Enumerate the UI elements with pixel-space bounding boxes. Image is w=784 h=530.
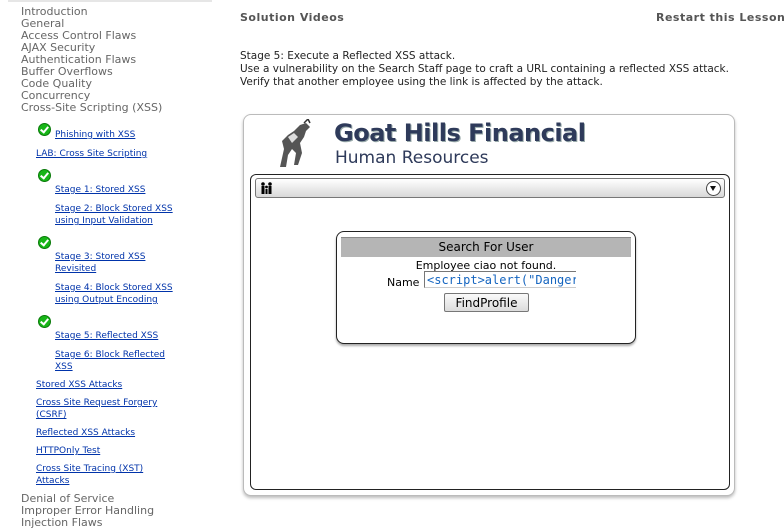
lesson-stage4-line2[interactable]: using Output Encoding: [55, 295, 158, 306]
lesson-httponly-test[interactable]: HTTPOnly Test: [36, 446, 100, 457]
lesson-lab-xss[interactable]: LAB: Cross Site Scripting: [36, 149, 147, 160]
search-user-card: Search For User Employee ciao not found.…: [336, 231, 636, 344]
lesson-stage2-line1[interactable]: Stage 2: Block Stored XSS: [55, 204, 173, 215]
completed-check-icon: [38, 315, 51, 328]
lesson-stage6-line2[interactable]: XSS: [55, 362, 73, 373]
name-label: Name: [387, 276, 420, 289]
completed-check-icon: [38, 236, 51, 249]
lesson-csrf-line1[interactable]: Cross Site Request Forgery: [36, 398, 157, 409]
category-injection-flaws[interactable]: Injection Flaws: [21, 517, 103, 529]
lesson-stage3-line2[interactable]: Revisited: [55, 264, 96, 275]
lesson-sidebar: Introduction General Access Control Flaw…: [0, 0, 220, 530]
lesson-reflected-xss-attacks[interactable]: Reflected XSS Attacks: [36, 428, 135, 439]
lesson-xst-line2[interactable]: Attacks: [36, 476, 69, 487]
lesson-phishing-xss[interactable]: Phishing with XSS: [55, 130, 135, 141]
lesson-description-line: Verify that another employee using the l…: [240, 76, 603, 88]
solution-videos-link[interactable]: Solution Videos: [240, 11, 344, 24]
search-user-heading: Search For User: [341, 237, 631, 257]
sidebar-divider: [8, 0, 212, 2]
lesson-csrf-line2[interactable]: (CSRF): [36, 410, 66, 421]
completed-check-icon: [38, 123, 51, 136]
lesson-stage3-line1[interactable]: Stage 3: Stored XSS: [55, 252, 145, 263]
lesson-xst-line1[interactable]: Cross Site Tracing (XST): [36, 464, 143, 475]
goat-hills-app-frame: Goat Hills Financial Human Resources Sea…: [243, 114, 735, 496]
lesson-stage2-line2[interactable]: using Input Validation: [55, 216, 153, 227]
lesson-stage4-line1[interactable]: Stage 4: Block Stored XSS: [55, 283, 173, 294]
employee-navbar: [255, 178, 725, 198]
restart-lesson-link[interactable]: Restart this Lesson: [656, 11, 784, 24]
find-profile-button[interactable]: FindProfile: [444, 293, 529, 312]
completed-check-icon: [38, 169, 51, 182]
lesson-stored-xss-attacks[interactable]: Stored XSS Attacks: [36, 380, 122, 391]
lesson-description: Stage 5: Execute a Reflected XSS attack.…: [240, 50, 729, 89]
category-xss[interactable]: Cross-Site Scripting (XSS): [21, 102, 162, 114]
app-title: Goat Hills Financial: [334, 119, 586, 147]
app-content-panel: Search For User Employee ciao not found.…: [250, 174, 730, 490]
app-subtitle: Human Resources: [335, 148, 489, 168]
lesson-stage6-line1[interactable]: Stage 6: Block Reflected: [55, 350, 165, 361]
lesson-stage1[interactable]: Stage 1: Stored XSS: [55, 185, 145, 196]
menu-dropdown-button[interactable]: [706, 181, 721, 196]
name-search-input[interactable]: <script>alert("Dangerous: [424, 271, 576, 288]
lesson-description-line: Stage 5: Execute a Reflected XSS attack.: [240, 50, 456, 62]
lesson-stage5[interactable]: Stage 5: Reflected XSS: [55, 331, 158, 342]
people-icon[interactable]: [260, 182, 274, 194]
lesson-description-line: Use a vulnerability on the Search Staff …: [240, 63, 729, 75]
goat-logo-icon: [280, 119, 311, 167]
